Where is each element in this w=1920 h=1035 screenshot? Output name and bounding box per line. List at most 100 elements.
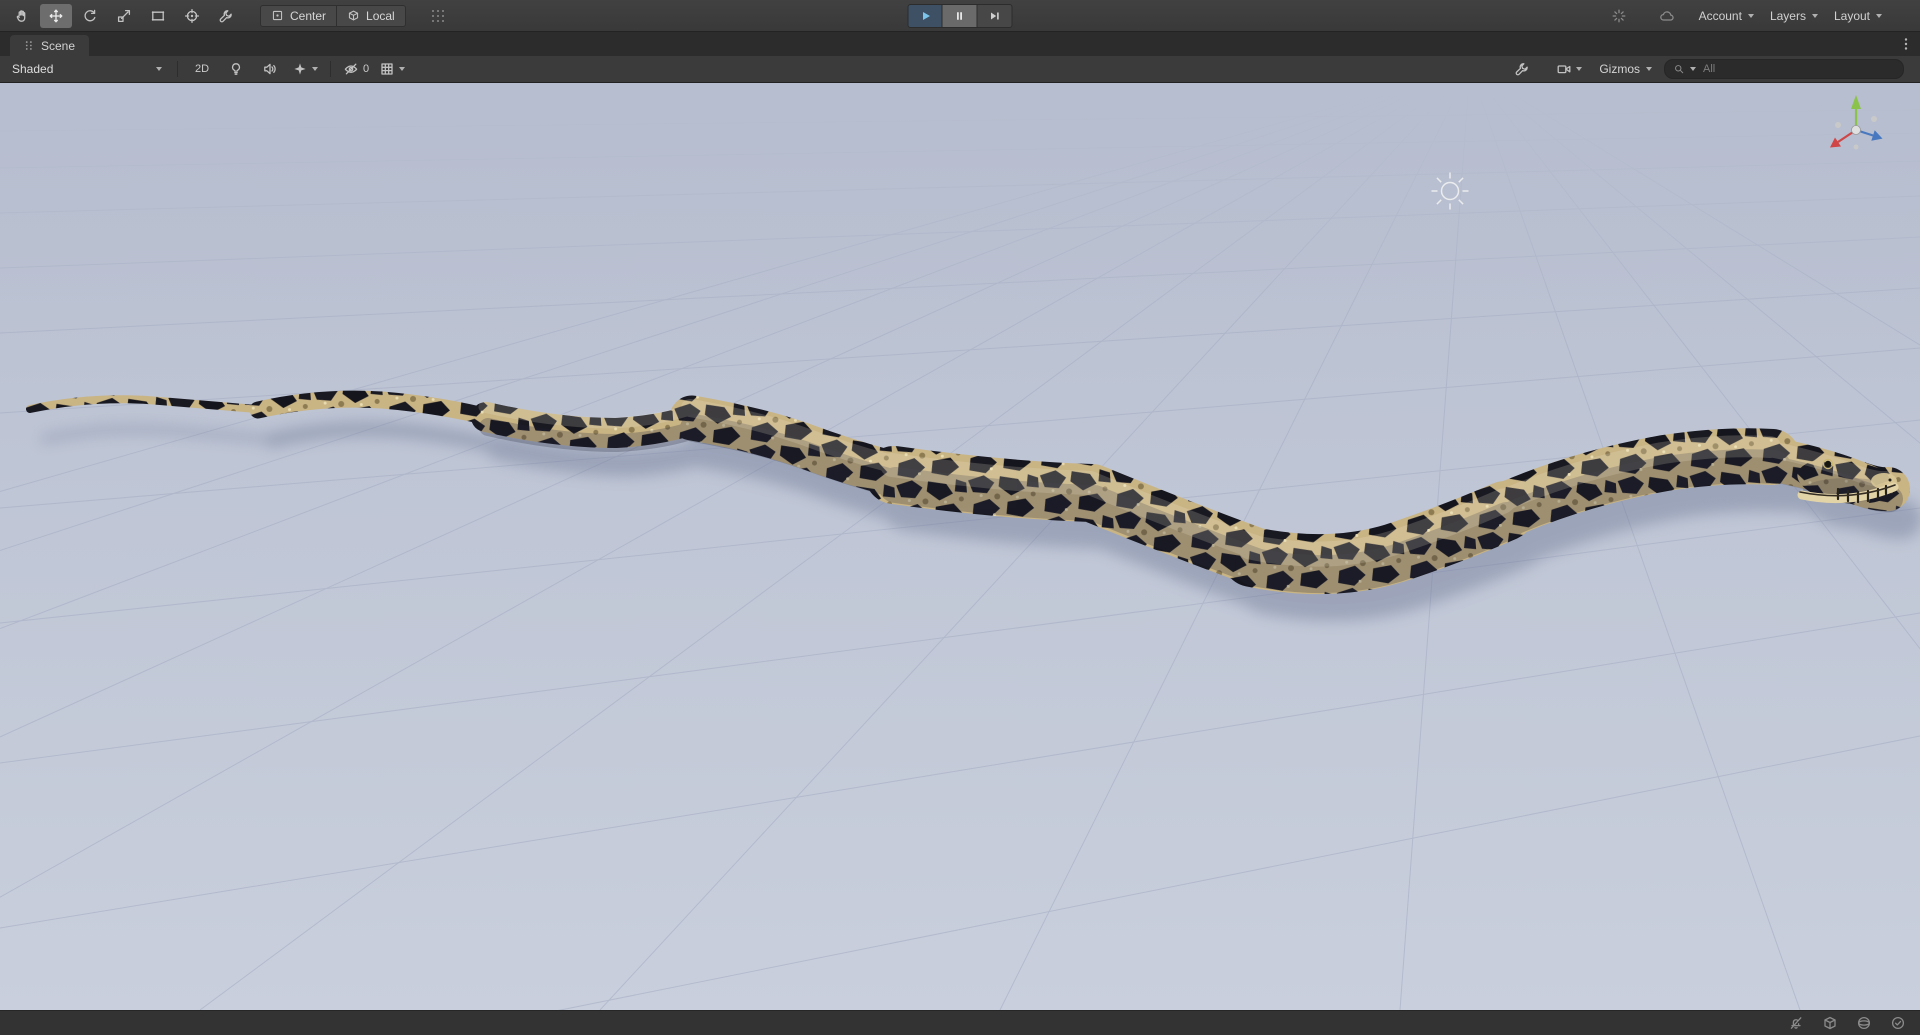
chevron-down-icon	[1811, 13, 1818, 18]
scene-effects-dropdown[interactable]	[287, 59, 323, 80]
2d-toggle-button[interactable]: 2D	[185, 59, 219, 80]
2d-label: 2D	[194, 63, 210, 75]
grid-visibility-dropdown[interactable]	[374, 59, 410, 80]
wrench-icon	[219, 9, 232, 22]
rotate-icon	[84, 9, 96, 21]
move-tool-button[interactable]	[40, 3, 72, 28]
layers-dropdown[interactable]: Layers	[1770, 4, 1818, 28]
play-controls	[907, 4, 1013, 28]
separator	[177, 61, 178, 77]
account-label: Account	[1698, 8, 1742, 23]
separator	[330, 61, 331, 77]
custom-tool-button[interactable]	[210, 4, 242, 28]
pane-menu-button[interactable]	[1898, 36, 1914, 52]
package-cube-icon	[1824, 1016, 1836, 1030]
orientation-mode-button[interactable]: Local	[337, 4, 406, 27]
unity-editor-window: Center Local Account Layers Layout Scene…	[0, 0, 1920, 1035]
transform-tool-button[interactable]	[176, 4, 208, 28]
snake-model[interactable]	[30, 399, 1906, 594]
rotate-tool-button[interactable]	[74, 4, 106, 28]
play-icon	[922, 12, 930, 20]
draw-mode-label: Shaded	[12, 62, 54, 76]
gizmos-dropdown[interactable]: Gizmos	[1599, 62, 1652, 76]
scene-toolbar-right: Gizmos	[1505, 59, 1916, 80]
tab-bar: Scene	[0, 32, 1920, 56]
axis-negative-x-handle[interactable]	[1871, 116, 1877, 122]
scene-lighting-toggle[interactable]	[219, 59, 253, 80]
grid-snap-button[interactable]	[422, 4, 454, 28]
transform-icon	[184, 8, 200, 23]
notifications-muted-button[interactable]	[1786, 1013, 1806, 1033]
scene-viewport[interactable]	[0, 83, 1920, 1010]
snake-eye	[1824, 460, 1832, 468]
mesh-sphere-icon	[1857, 1016, 1871, 1030]
cache-server-button[interactable]	[1854, 1013, 1874, 1033]
pause-button[interactable]	[942, 4, 978, 28]
speaker-icon	[264, 63, 276, 75]
tab-scene-label: Scene	[41, 38, 76, 53]
scene-search-input[interactable]	[1701, 62, 1895, 76]
eye-slash-icon	[344, 63, 358, 75]
main-toolbar: Center Local Account Layers Layout	[0, 0, 1920, 32]
axis-negative-z-handle[interactable]	[1835, 122, 1841, 128]
hidden-objects-button[interactable]: 0	[338, 59, 374, 80]
status-bar	[0, 1010, 1920, 1035]
nostril	[1888, 478, 1892, 482]
tab-scene[interactable]: Scene	[10, 35, 90, 56]
local-cube-icon	[348, 10, 359, 21]
pivot-orientation-group: Center Local	[260, 4, 406, 27]
chevron-down-icon	[399, 67, 406, 71]
hidden-count: 0	[363, 63, 370, 75]
horizon-fade	[0, 83, 1920, 333]
layout-label: Layout	[1833, 8, 1870, 23]
pivot-center-icon	[272, 10, 283, 21]
pane-handle-icon	[25, 41, 32, 50]
grid-icon	[381, 63, 393, 75]
transform-tools	[6, 3, 242, 28]
rect-tool-button[interactable]	[142, 4, 174, 28]
activity-spinner-icon	[1612, 9, 1626, 22]
console-status-button[interactable]	[1888, 1013, 1908, 1033]
scene-tools-button[interactable]	[1505, 59, 1539, 80]
scene-view-toolbar: Shaded 2D 0 Gizmos All	[0, 56, 1920, 83]
hand-tool-button[interactable]	[6, 4, 38, 28]
grid-snap-icon	[431, 9, 444, 22]
chevron-down-icon	[1747, 13, 1754, 18]
effects-star-icon	[294, 63, 306, 75]
scene-audio-toggle[interactable]	[253, 59, 287, 80]
rect-icon	[151, 10, 165, 21]
cloud-collab-button[interactable]	[1651, 4, 1683, 28]
scene-camera-dropdown[interactable]	[1551, 59, 1587, 80]
step-button[interactable]	[977, 4, 1013, 28]
layers-label: Layers	[1769, 8, 1806, 23]
chevron-down-icon	[1576, 67, 1583, 71]
pivot-mode-label: Center	[290, 8, 327, 23]
package-manager-button[interactable]	[1820, 1013, 1840, 1033]
scene-toolbar-left: Shaded 2D 0	[4, 56, 410, 82]
activity-indicator-button[interactable]	[1603, 4, 1635, 28]
gizmos-label: Gizmos	[1599, 62, 1640, 76]
hand-icon	[16, 9, 26, 22]
orientation-mode-label: Local	[366, 8, 395, 23]
scene-search-box[interactable]	[1664, 59, 1904, 79]
chevron-down-icon	[1646, 67, 1652, 71]
play-button[interactable]	[907, 4, 943, 28]
layout-dropdown[interactable]: Layout	[1834, 4, 1882, 28]
chevron-down-icon	[156, 67, 162, 71]
search-icon	[1675, 65, 1684, 74]
camera-icon	[1557, 65, 1571, 74]
tools-wrench-icon	[1515, 63, 1529, 76]
check-circle-icon	[1891, 1016, 1905, 1030]
pause-icon	[957, 12, 962, 20]
cloud-icon	[1659, 10, 1674, 21]
axis-center-ball[interactable]	[1851, 125, 1861, 135]
chevron-down-icon	[1876, 13, 1882, 18]
pivot-mode-button[interactable]: Center	[260, 4, 338, 27]
scene-view-canvas[interactable]	[0, 83, 1920, 1010]
move-icon	[49, 9, 63, 22]
scale-tool-button[interactable]	[108, 4, 140, 28]
chevron-down-icon	[1690, 67, 1696, 71]
draw-mode-dropdown[interactable]: Shaded	[4, 56, 170, 82]
account-dropdown[interactable]: Account	[1699, 4, 1754, 28]
axis-negative-y-handle[interactable]	[1853, 144, 1859, 150]
